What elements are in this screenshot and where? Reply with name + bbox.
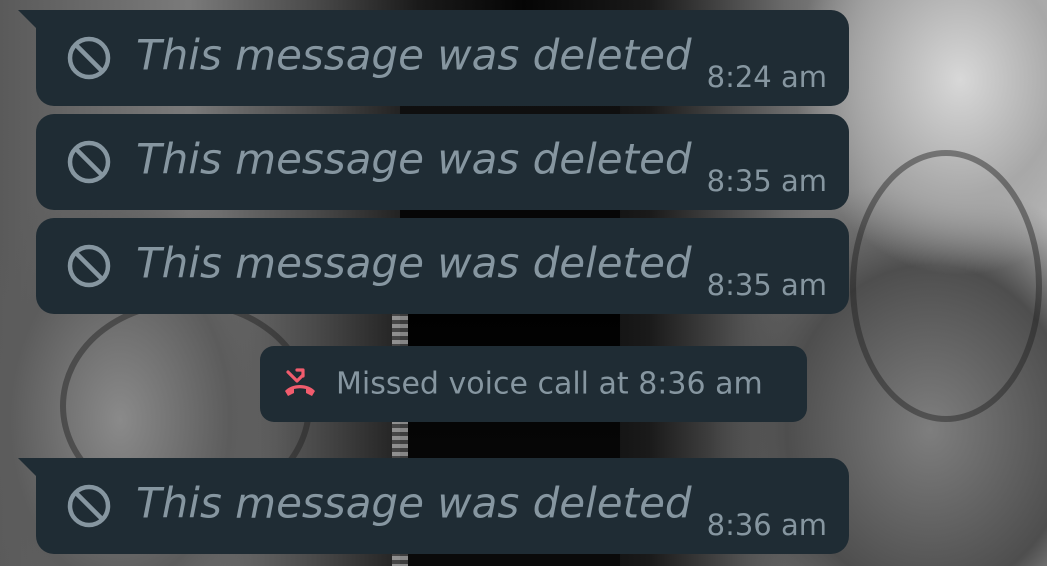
deleted-icon (67, 36, 111, 80)
message-bubble[interactable]: This message was deleted 8:35 am (36, 218, 849, 314)
message-timestamp: 8:35 am (706, 268, 827, 302)
deleted-icon (67, 244, 111, 288)
deleted-message-text: This message was deleted (136, 30, 692, 80)
missed-call-notice[interactable]: Missed voice call at 8:36 am (260, 346, 807, 422)
message-bubble[interactable]: This message was deleted 8:36 am (18, 458, 849, 554)
message-timestamp: 8:35 am (706, 164, 827, 198)
missed-call-text: Missed voice call at 8:36 am (336, 366, 763, 402)
deleted-message-text: This message was deleted (136, 134, 692, 184)
deleted-icon (67, 484, 111, 528)
missed-call-icon (285, 368, 315, 396)
message-bubble[interactable]: This message was deleted 8:35 am (36, 114, 849, 210)
deleted-message-text: This message was deleted (136, 478, 692, 528)
deleted-message-text: This message was deleted (136, 238, 692, 288)
wallpaper-fold (850, 150, 1042, 422)
deleted-icon (67, 140, 111, 184)
message-bubble[interactable]: This message was deleted 8:24 am (18, 10, 849, 106)
message-timestamp: 8:36 am (706, 508, 827, 542)
message-timestamp: 8:24 am (706, 60, 827, 94)
